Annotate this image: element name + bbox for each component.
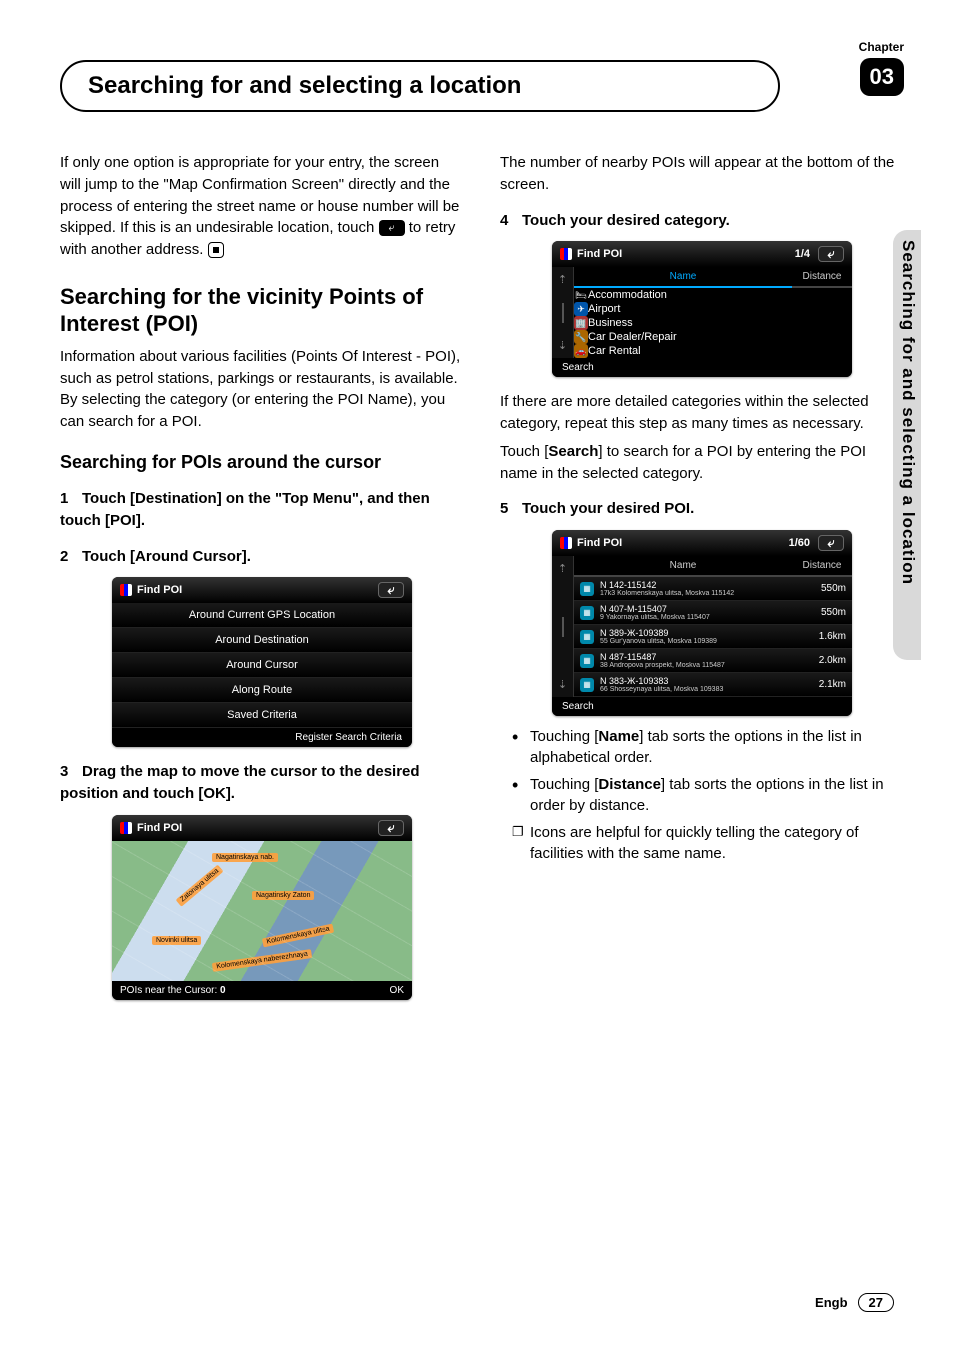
tab-name[interactable]: Name	[574, 556, 792, 577]
poi-row[interactable]: ▦N 487-11548738 Andropova prospekt, Mosk…	[574, 649, 852, 673]
map-street-label: Novinki ulitsa	[152, 936, 201, 945]
menu-item[interactable]: Saved Criteria	[112, 703, 412, 728]
page-indicator: 1/4	[795, 248, 810, 260]
footer-lang: Engb	[815, 1295, 848, 1310]
page-title: Searching for and selecting a location	[88, 72, 752, 100]
flag-icon	[120, 822, 132, 834]
heading-poi-cursor: Searching for POIs around the cursor	[60, 451, 464, 474]
back-icon: ⤶	[379, 220, 405, 236]
poi-icon: ▦	[580, 654, 594, 668]
poi-count-value: 0	[220, 985, 226, 996]
poi-icon: ▦	[580, 606, 594, 620]
step-1: 1Touch [Destination] on the "Top Menu", …	[60, 488, 464, 532]
device-find-poi-map: Find POI ⤶ Nagatinskaya nab. Nagatinsky …	[112, 815, 412, 1000]
device-poi-categories: Find POI 1/4 ⤶ ⇡⇣ Name Distance 🛏Accommo…	[552, 241, 852, 377]
back-button-icon[interactable]: ⤶	[818, 246, 844, 262]
menu-item[interactable]: Around Destination	[112, 628, 412, 653]
accommodation-icon: 🛏	[574, 288, 588, 302]
poi-count-label: POIs near the Cursor:	[120, 985, 217, 996]
left-column: If only one option is appropriate for yo…	[60, 152, 464, 1010]
tab-distance[interactable]: Distance	[792, 267, 852, 288]
device1-title: Find POI	[137, 584, 182, 596]
ok-button[interactable]: OK	[390, 985, 404, 996]
poi-row[interactable]: ▦N 389-Ж-10938955 Gur'yanova ulitsa, Mos…	[574, 625, 852, 649]
side-tab-label: Searching for and selecting a location	[898, 240, 918, 585]
category-row[interactable]: 🔧Car Dealer/Repair	[574, 330, 852, 344]
step-2: 2Touch [Around Cursor].	[60, 546, 464, 568]
poi-row[interactable]: ▦N 407-M-1154079 Yakornaya ulitsa, Moskv…	[574, 601, 852, 625]
map-street-label: Kolomenskaya ulitsa	[262, 923, 334, 947]
back-button-icon[interactable]: ⤶	[378, 582, 404, 598]
right-column: The number of nearby POIs will appear at…	[500, 152, 904, 1010]
search-button[interactable]: Search	[552, 358, 852, 377]
menu-item[interactable]: Along Route	[112, 678, 412, 703]
flag-icon	[560, 537, 572, 549]
device1-footer[interactable]: Register Search Criteria	[112, 728, 412, 747]
airport-icon: ✈	[574, 302, 588, 316]
map-street-label: Nagatinsky Zaton	[252, 891, 314, 900]
map-street-label: Kolomenskaya naberezhnaya	[212, 949, 313, 972]
page-footer: Engb 27	[815, 1293, 894, 1312]
para-touch-search: Touch [Search] to search for a POI by en…	[500, 441, 904, 485]
para-detailed-categories: If there are more detailed categories wi…	[500, 391, 904, 435]
chapter-label: Chapter	[859, 40, 904, 54]
page-indicator: 1/60	[789, 537, 810, 549]
scroll-bar[interactable]: ⇡⇣	[552, 267, 574, 358]
map-street-label: Zatonaya ulitsa	[176, 864, 224, 907]
step-5: 5Touch your desired POI.	[500, 498, 904, 520]
footer-page-number: 27	[858, 1293, 894, 1312]
step-4: 4Touch your desired category.	[500, 210, 904, 232]
business-icon: 🏢	[574, 316, 588, 330]
right-intro: The number of nearby POIs will appear at…	[500, 152, 904, 196]
poi-row[interactable]: ▦N 383-Ж-10938366 Shosseynaya ulitsa, Mo…	[574, 673, 852, 697]
car-rental-icon: 🚗	[574, 344, 588, 358]
content-columns: If only one option is appropriate for yo…	[60, 152, 904, 1010]
chapter-number-badge: 03	[860, 58, 904, 96]
back-button-icon[interactable]: ⤶	[818, 535, 844, 551]
flag-icon	[120, 584, 132, 596]
search-button[interactable]: Search	[552, 697, 852, 716]
tab-distance[interactable]: Distance	[792, 556, 852, 577]
intro-paragraph: If only one option is appropriate for yo…	[60, 152, 464, 261]
bullet-name-sort: Touching [Name] tab sorts the options in…	[512, 726, 904, 768]
tab-name[interactable]: Name	[574, 267, 792, 288]
bullet-distance-sort: Touching [Distance] tab sorts the option…	[512, 774, 904, 816]
scroll-bar[interactable]: ⇡⇣	[552, 556, 574, 697]
poi-icon: ▦	[580, 630, 594, 644]
poi-icon: ▦	[580, 582, 594, 596]
device-find-poi-menu: Find POI ⤶ Around Current GPS Location A…	[112, 577, 412, 747]
flag-icon	[560, 248, 572, 260]
stop-icon	[208, 242, 224, 258]
bullet-list: Touching [Name] tab sorts the options in…	[512, 726, 904, 864]
poi-vicinity-paragraph: Information about various facilities (Po…	[60, 346, 464, 433]
category-row[interactable]: 🚗Car Rental	[574, 344, 852, 358]
map-area[interactable]: Nagatinskaya nab. Nagatinsky Zaton Zaton…	[112, 841, 412, 981]
category-row[interactable]: ✈Airport	[574, 302, 852, 316]
page-title-capsule: Searching for and selecting a location	[60, 60, 780, 112]
step-3: 3Drag the map to move the cursor to the …	[60, 761, 464, 805]
device3-title: Find POI	[577, 248, 622, 260]
device2-title: Find POI	[137, 822, 182, 834]
poi-icon: ▦	[580, 678, 594, 692]
poi-row[interactable]: ▦N 142-11514217k3 Kolomenskaya ulitsa, M…	[574, 577, 852, 601]
bullet-icons-note: Icons are helpful for quickly telling th…	[512, 822, 904, 864]
back-button-icon[interactable]: ⤶	[378, 820, 404, 836]
category-row[interactable]: 🏢Business	[574, 316, 852, 330]
menu-item[interactable]: Around Current GPS Location	[112, 603, 412, 628]
menu-item[interactable]: Around Cursor	[112, 653, 412, 678]
car-dealer-icon: 🔧	[574, 330, 588, 344]
device-poi-results: Find POI 1/60 ⤶ ⇡⇣ Name Distance ▦N 142-…	[552, 530, 852, 716]
category-row[interactable]: 🛏Accommodation	[574, 288, 852, 302]
heading-poi-vicinity: Searching for the vicinity Points of Int…	[60, 283, 464, 338]
device4-title: Find POI	[577, 537, 622, 549]
map-street-label: Nagatinskaya nab.	[212, 853, 278, 862]
